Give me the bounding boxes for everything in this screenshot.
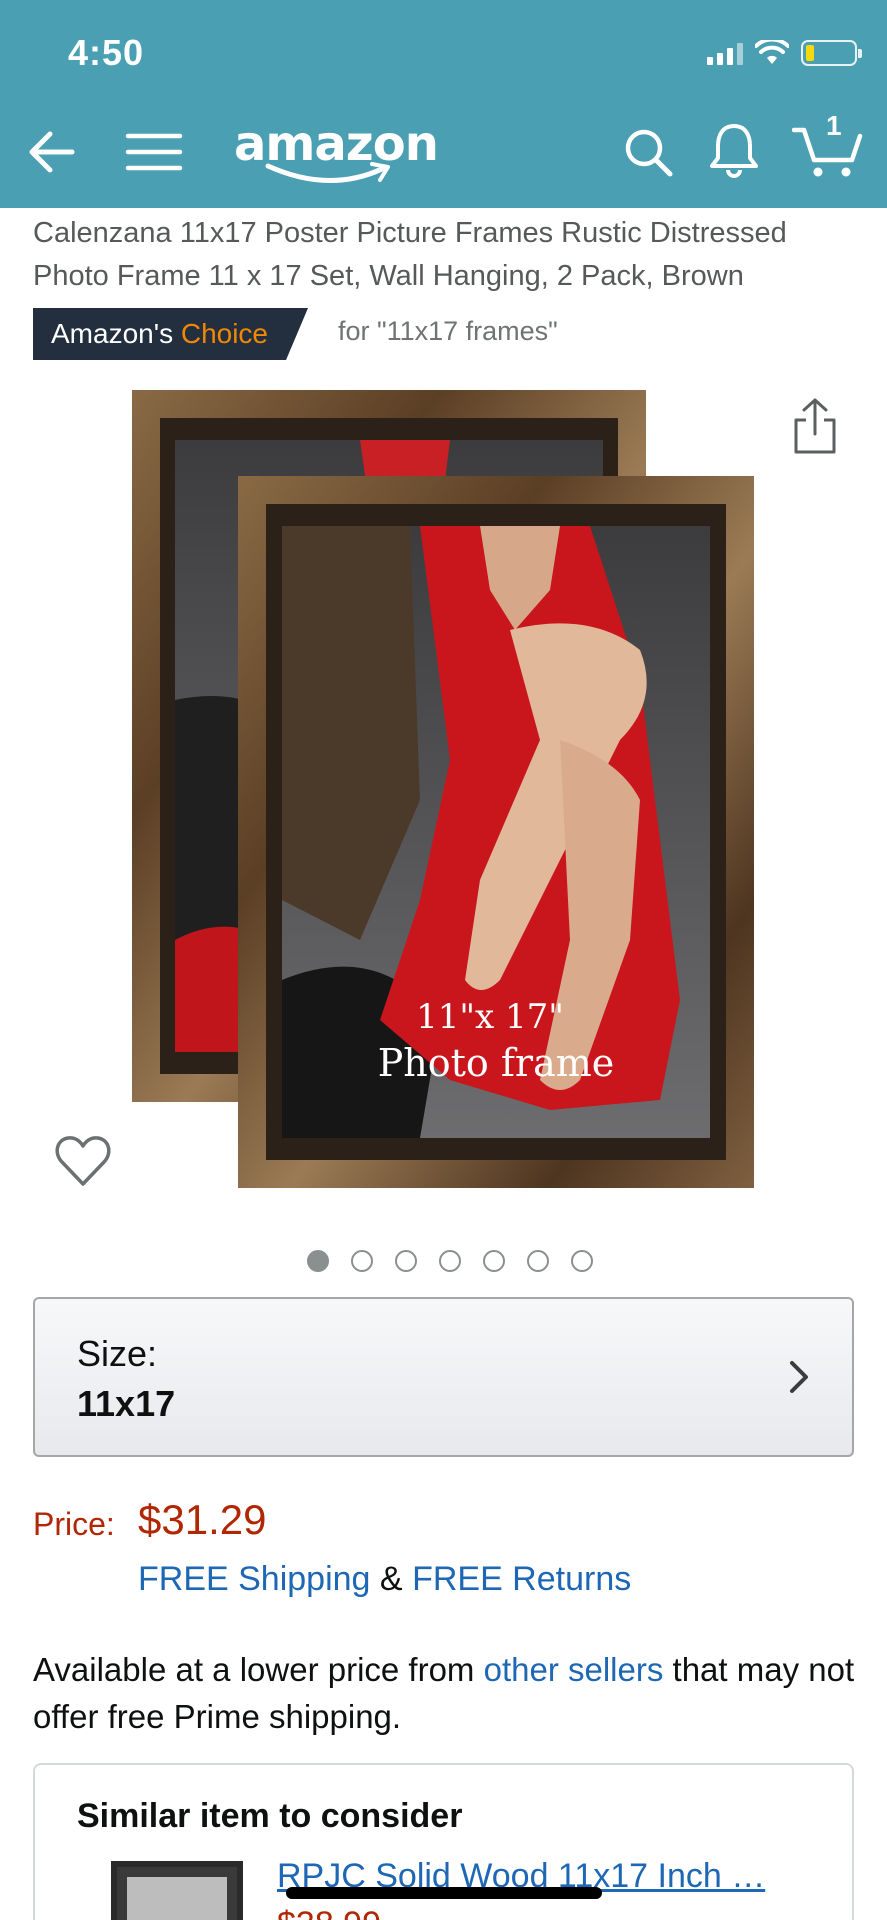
status-indicators bbox=[707, 38, 862, 68]
chevron-right-icon bbox=[790, 1361, 808, 1393]
free-returns-link[interactable]: FREE Returns bbox=[412, 1560, 631, 1598]
similar-heading: Similar item to consider bbox=[77, 1797, 463, 1835]
image-caption-size: 11"x 17" bbox=[416, 997, 564, 1037]
app-header: 4:50 amazon 1 bbox=[0, 0, 887, 208]
carousel-dot[interactable] bbox=[350, 1250, 373, 1272]
similar-item-price: $38.99 bbox=[277, 1905, 381, 1920]
cellular-signal-icon bbox=[707, 41, 743, 65]
wifi-icon bbox=[755, 40, 789, 64]
amazons-choice-badge[interactable]: Amazon's Choice bbox=[33, 308, 308, 360]
carousel-dot[interactable] bbox=[438, 1250, 461, 1272]
carousel-dot[interactable] bbox=[394, 1250, 417, 1272]
status-time: 4:50 bbox=[68, 32, 145, 73]
size-value: 11x17 bbox=[77, 1383, 176, 1424]
price-label: Price: bbox=[33, 1506, 115, 1542]
home-indicator[interactable] bbox=[286, 1887, 602, 1899]
heart-wishlist-icon[interactable] bbox=[54, 1134, 112, 1188]
image-carousel-dots[interactable] bbox=[0, 1250, 887, 1272]
carousel-dot[interactable] bbox=[570, 1250, 593, 1272]
badge-choice-word: Choice bbox=[180, 318, 269, 349]
shipping-returns-line: FREE Shipping & FREE Returns bbox=[138, 1560, 631, 1599]
availability-text: Available at a lower price from other se… bbox=[33, 1646, 863, 1740]
badge-for-query: for "11x17 frames" bbox=[338, 316, 558, 346]
battery-icon bbox=[801, 40, 862, 66]
notification-bell-icon[interactable] bbox=[706, 120, 762, 180]
back-arrow-icon[interactable] bbox=[24, 124, 80, 180]
size-selector[interactable]: Size: 11x17 bbox=[33, 1297, 854, 1457]
badge-prefix: Amazon's bbox=[51, 318, 174, 349]
share-icon[interactable] bbox=[790, 396, 840, 456]
similar-item-thumbnail[interactable] bbox=[111, 1861, 243, 1920]
availability-before: Available at a lower price from bbox=[33, 1651, 475, 1688]
size-label: Size: bbox=[77, 1333, 158, 1374]
product-title: Calenzana 11x17 Poster Picture Frames Ru… bbox=[33, 217, 787, 292]
carousel-dot[interactable] bbox=[526, 1250, 549, 1272]
image-caption-label: Photo frame bbox=[378, 1041, 615, 1085]
hamburger-menu-icon[interactable] bbox=[124, 124, 184, 180]
cart-count: 1 bbox=[826, 110, 842, 141]
price-value: $31.29 bbox=[138, 1496, 267, 1543]
carousel-dot[interactable] bbox=[306, 1250, 329, 1272]
free-shipping-link[interactable]: FREE Shipping bbox=[138, 1560, 370, 1598]
ampersand: & bbox=[379, 1560, 403, 1598]
amazon-logo[interactable]: amazon bbox=[234, 112, 439, 192]
other-sellers-link[interactable]: other sellers bbox=[484, 1651, 664, 1688]
product-image[interactable]: 11"x 17" Photo frame bbox=[120, 380, 760, 1200]
carousel-dot[interactable] bbox=[482, 1250, 505, 1272]
search-icon[interactable] bbox=[620, 124, 676, 180]
cart-button[interactable]: 1 bbox=[791, 110, 864, 180]
logo-smile-icon bbox=[265, 162, 390, 183]
